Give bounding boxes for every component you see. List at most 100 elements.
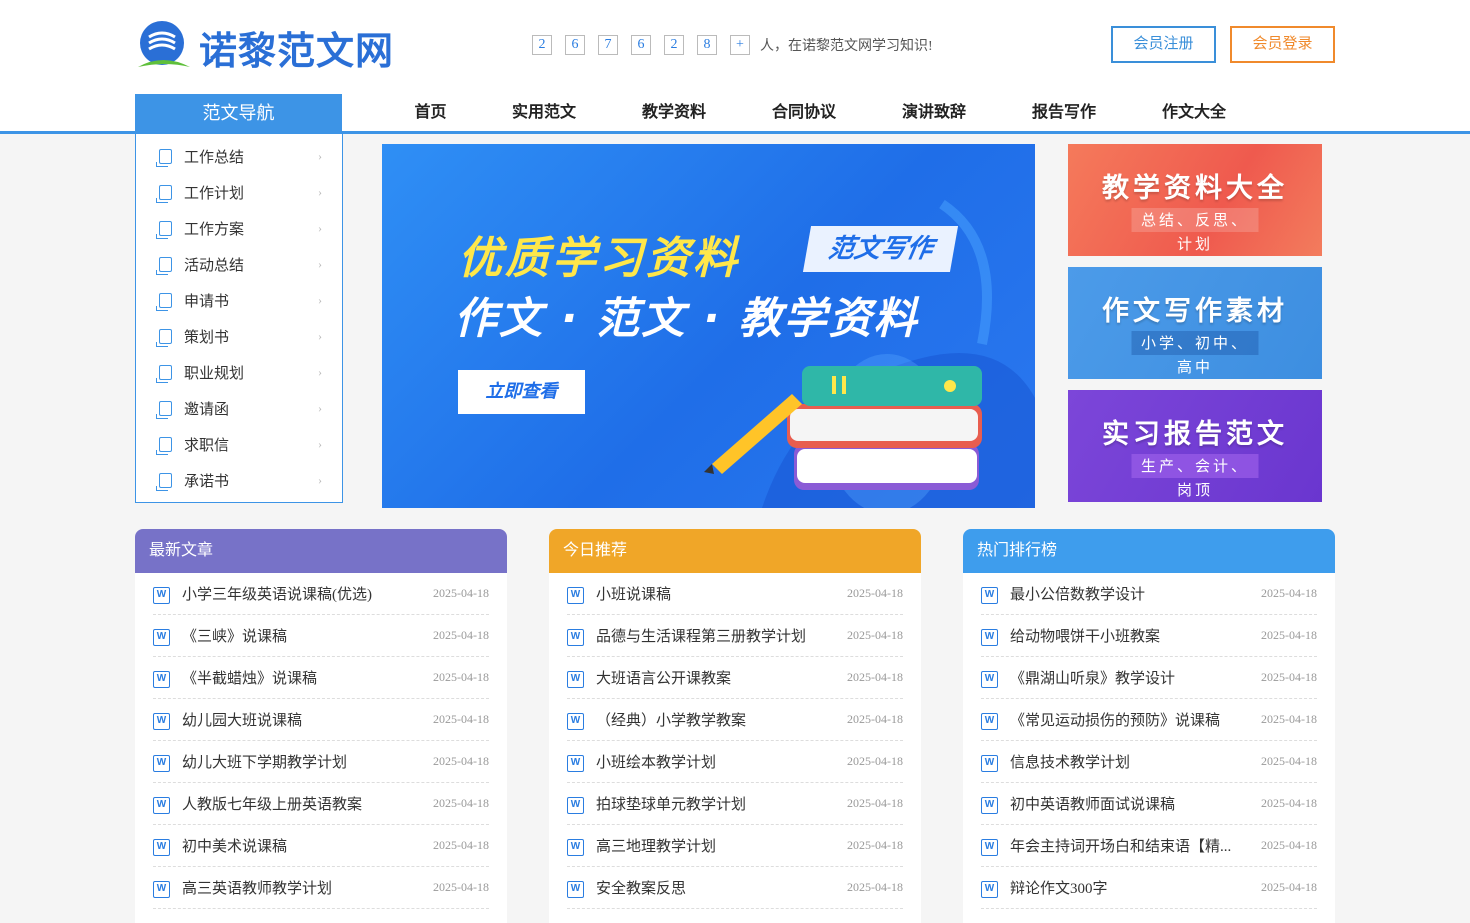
article-title[interactable]: 拍球垫球单元教学计划 [596,793,837,814]
article-title[interactable]: 大班语言公开课教案 [596,667,837,688]
article-title[interactable]: 幼儿大班下学期教学计划 [182,751,423,772]
article-title[interactable]: 年会主持词开场白和结束语【精... [1010,835,1251,856]
article-row[interactable]: W 《鼎湖山听泉》教学设计 2025-04-18 [981,657,1317,699]
article-row[interactable]: W 高三地理教学计划 2025-04-18 [567,825,903,867]
article-row[interactable]: W 辩论作文300字 2025-04-18 [981,867,1317,909]
article-row[interactable]: W 品德与生活课程第三册教学计划 2025-04-18 [567,615,903,657]
article-row[interactable]: W 拍球垫球单元教学计划 2025-04-18 [567,783,903,825]
article-date: 2025-04-18 [433,754,489,768]
article-title[interactable]: 《三峡》说课稿 [182,625,423,646]
sidebar-item-label: 工作计划 [184,185,245,202]
sidebar-item[interactable]: 求职信 › [136,426,342,462]
article-row[interactable]: W 幼儿园大班说课稿 2025-04-18 [153,699,489,741]
article-row[interactable]: W （经典）小学教学教案 2025-04-18 [567,699,903,741]
article-date: 2025-04-18 [1261,712,1317,726]
article-date: 2025-04-18 [1261,628,1317,642]
article-title[interactable]: 《半截蜡烛》说课稿 [182,667,423,688]
article-row[interactable]: W 初中美术说课稿 2025-04-18 [153,825,489,867]
article-date: 2025-04-18 [433,628,489,642]
chevron-right-icon: › [318,328,322,343]
sidebar-item[interactable]: 活动总结 › [136,246,342,282]
nav-item-contract[interactable]: 合同协议 [739,94,869,131]
article-title[interactable]: 《常见运动损伤的预防》说课稿 [1010,709,1251,730]
sidebar-item-label: 策划书 [184,329,230,346]
article-row[interactable]: W 给动物喂饼干小班教案 2025-04-18 [981,615,1317,657]
article-row[interactable]: W 高三英语教师教学计划 2025-04-18 [153,867,489,909]
article-title[interactable]: 给动物喂饼干小班教案 [1010,625,1251,646]
sidebar-item[interactable]: 策划书 › [136,318,342,354]
sidebar-item[interactable]: 职业规划 › [136,354,342,390]
article-title[interactable]: 信息技术教学计划 [1010,751,1251,772]
article-title[interactable]: 小班说课稿 [596,583,837,604]
article-title[interactable]: 小学三年级英语说课稿(优选) [182,583,423,604]
article-row[interactable]: W 最小公倍数教学设计 2025-04-18 [981,573,1317,615]
chevron-right-icon: › [318,184,322,199]
article-date: 2025-04-18 [847,796,903,810]
article-row[interactable]: W 人教版七年级上册英语教案 2025-04-18 [153,783,489,825]
promo-card-internship[interactable]: 实习报告范文 生产、会计、岗顶 [1068,390,1322,502]
article-date: 2025-04-18 [847,586,903,600]
article-title[interactable]: （经典）小学教学教案 [596,709,837,730]
nav-item-practical[interactable]: 实用范文 [479,94,609,131]
article-row[interactable]: W 小班绘本教学计划 2025-04-18 [567,741,903,783]
nav-item-speech[interactable]: 演讲致辞 [869,94,999,131]
login-button[interactable]: 会员登录 [1230,26,1335,63]
counter-digit: 2 [532,35,552,55]
article-title[interactable]: 幼儿园大班说课稿 [182,709,423,730]
article-row[interactable]: W 安全教案反思 2025-04-18 [567,867,903,909]
sidebar-item[interactable]: 申请书 › [136,282,342,318]
nav-item-teaching[interactable]: 教学资料 [609,94,739,131]
sidebar-item[interactable]: 工作计划 › [136,174,342,210]
site-header: 诺黎范文网 2 6 7 6 2 8 + 人，在诺黎范文网学习知识! 会员注册 会… [0,0,1470,134]
banner-subline: 作文 · 范文 · 教学资料 [454,294,919,344]
article-date: 2025-04-18 [847,712,903,726]
promo-card-teaching[interactable]: 教学资料大全 总结、反思、计划 [1068,144,1322,256]
article-row[interactable]: W 初中英语教师面试说课稿 2025-04-18 [981,783,1317,825]
article-title[interactable]: 辩论作文300字 [1010,877,1251,898]
article-row[interactable]: W 小学三年级英语说课稿(优选) 2025-04-18 [153,573,489,615]
banner-cta-button[interactable]: 立即查看 [458,370,585,414]
sidebar-item-label: 求职信 [184,437,230,454]
word-doc-icon: W [981,587,998,604]
article-title[interactable]: 初中英语教师面试说课稿 [1010,793,1251,814]
article-title[interactable]: 安全教案反思 [596,877,837,898]
sidebar-item[interactable]: 邀请函 › [136,390,342,426]
document-icon [156,292,172,311]
word-doc-icon: W [153,629,170,646]
word-doc-icon: W [981,797,998,814]
register-button[interactable]: 会员注册 [1111,26,1216,63]
chevron-right-icon: › [318,220,322,235]
article-row[interactable]: W 小班说课稿 2025-04-18 [567,573,903,615]
sidebar-item[interactable]: 工作总结 › [136,138,342,174]
article-title[interactable]: 小班绘本教学计划 [596,751,837,772]
sidebar-item-label: 职业规划 [184,365,245,382]
nav-item-home[interactable]: 首页 [382,94,479,131]
article-title[interactable]: 高三英语教师教学计划 [182,877,423,898]
promo-card-essay[interactable]: 作文写作素材 小学、初中、高中 [1068,267,1322,379]
article-row[interactable]: W 《常见运动损伤的预防》说课稿 2025-04-18 [981,699,1317,741]
nav-item-report[interactable]: 报告写作 [999,94,1129,131]
article-title[interactable]: 最小公倍数教学设计 [1010,583,1251,604]
site-logo[interactable]: 诺黎范文网 [135,18,400,76]
chevron-right-icon: › [318,256,322,271]
article-row[interactable]: W 年会主持词开场白和结束语【精... 2025-04-18 [981,825,1317,867]
article-row[interactable]: W 幼儿大班下学期教学计划 2025-04-18 [153,741,489,783]
banner-headline: 优质学习资料 [458,233,740,284]
sidebar-item[interactable]: 工作方案 › [136,210,342,246]
article-row[interactable]: W 信息技术教学计划 2025-04-18 [981,741,1317,783]
article-row[interactable]: W 《半截蜡烛》说课稿 2025-04-18 [153,657,489,699]
word-doc-icon: W [981,755,998,772]
panel-title: 最新文章 [135,529,507,573]
article-title[interactable]: 《鼎湖山听泉》教学设计 [1010,667,1251,688]
hero-banner[interactable]: 优质学习资料 范文写作 作文 · 范文 · 教学资料 立即查看 [382,144,1035,508]
article-title[interactable]: 初中美术说课稿 [182,835,423,856]
counter-digit: + [730,35,750,55]
article-title[interactable]: 品德与生活课程第三册教学计划 [596,625,837,646]
article-title[interactable]: 高三地理教学计划 [596,835,837,856]
article-row[interactable]: W 大班语言公开课教案 2025-04-18 [567,657,903,699]
word-doc-icon: W [567,839,584,856]
sidebar-item[interactable]: 承诺书 › [136,462,342,498]
nav-item-essay[interactable]: 作文大全 [1129,94,1259,131]
article-title[interactable]: 人教版七年级上册英语教案 [182,793,423,814]
article-row[interactable]: W 《三峡》说课稿 2025-04-18 [153,615,489,657]
